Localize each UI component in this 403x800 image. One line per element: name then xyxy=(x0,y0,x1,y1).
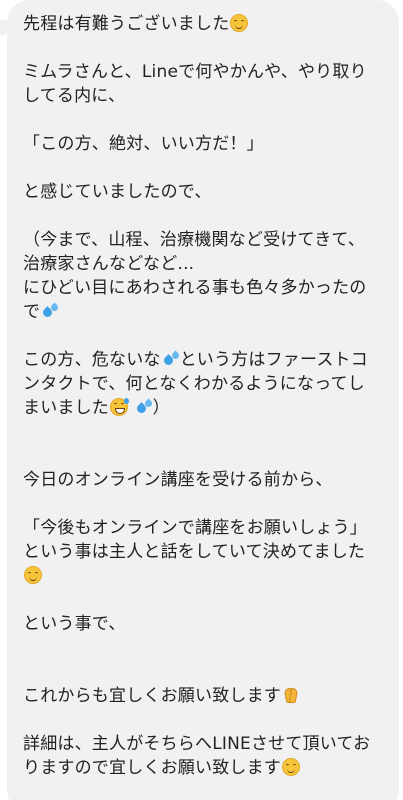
message-line-text: 詳細は、主人がそちらへLINEさせて頂いてお xyxy=(23,734,371,754)
message-line-text: まいました xyxy=(23,398,109,418)
message-line-text: と感じていましたので、 xyxy=(23,182,212,202)
message-line-text: 先程は有難うございました xyxy=(23,14,230,34)
message-line-text: 「この方、絶対、いい方だ！」 xyxy=(23,134,264,154)
smiling-face-icon xyxy=(230,14,249,32)
message-text[interactable]: 先程は有難うございましたミムラさんと、Lineで何やかんや、やり取り してる内に、… xyxy=(23,12,393,780)
message-line: という事で、 xyxy=(23,612,393,636)
message-line-text: （今まで、山程、治療機関など受けてきて、 xyxy=(23,230,365,250)
message-line: で xyxy=(23,300,393,324)
message-line: まいました ） xyxy=(23,396,393,420)
message-line-text: 「今後もオンラインで講座をお願いしょう」 xyxy=(23,518,367,538)
message-line xyxy=(23,444,393,468)
message-line: これからも宜しくお願い致します xyxy=(23,684,393,708)
message-line-text: という事で、 xyxy=(23,614,126,634)
smiling-face-icon xyxy=(24,566,42,584)
message-line-text: 今日のオンライン講座を受ける前から、 xyxy=(23,470,333,490)
message-line: という事は主人と話をしていて決めてました xyxy=(23,540,393,564)
message-line-text: してる内に、 xyxy=(23,86,126,106)
message-line: ンタクトで、何となくわかるようになってし xyxy=(23,372,393,396)
message-line: 先程は有難うございました xyxy=(23,12,393,36)
message-line: ミムラさんと、Lineで何やかんや、やり取り xyxy=(23,60,393,84)
message-line: この方、危ないな という方はファーストコ xyxy=(23,348,393,372)
message-line: 詳細は、主人がそちらへLINEさせて頂いてお xyxy=(23,732,393,756)
message-line xyxy=(23,204,393,228)
chat-screen: 先程は有難うございましたミムラさんと、Lineで何やかんや、やり取り してる内に、… xyxy=(0,0,403,800)
sweat-droplets-icon xyxy=(41,302,60,320)
message-line: （今まで、山程、治療機関など受けてきて、 xyxy=(23,228,393,252)
message-line xyxy=(23,156,393,180)
message-line xyxy=(23,420,393,444)
message-line: してる内に、 xyxy=(23,84,393,108)
message-line: 治療家さんなどなど... xyxy=(23,252,393,276)
grinning-sweat-icon xyxy=(110,398,129,416)
message-line: と感じていましたので、 xyxy=(23,180,393,204)
message-line-text: この方、危ないな xyxy=(23,350,161,370)
message-line xyxy=(23,564,393,588)
message-line xyxy=(23,660,393,684)
message-line: にひどい目にあわされる事も色々多かったの xyxy=(23,276,393,300)
sweat-droplets-icon xyxy=(134,398,154,416)
message-line-text: で xyxy=(23,302,41,322)
message-line xyxy=(23,636,393,660)
message-line-text: これからも宜しくお願い致します xyxy=(23,686,281,706)
message-line xyxy=(23,588,393,612)
message-line xyxy=(23,324,393,348)
message-line-text: りますので宜しくお願い致します xyxy=(23,758,281,778)
message-line-text: ミムラさんと、Lineで何やかんや、やり取り xyxy=(23,62,367,82)
message-line xyxy=(23,492,393,516)
message-line-text: 治療家さんなどなど... xyxy=(23,254,195,274)
message-line-text-after: という方はファーストコ xyxy=(179,350,368,370)
message-line-text: という事は主人と話をしていて決めてました xyxy=(23,542,366,562)
message-line xyxy=(23,108,393,132)
message-line: 「今後もオンラインで講座をお願いしょう」 xyxy=(23,516,393,540)
message-line-text: ンタクトで、何となくわかるようになってし xyxy=(23,374,365,394)
message-line: 今日のオンライン講座を受ける前から、 xyxy=(23,468,393,492)
message-line xyxy=(23,708,393,732)
message-line xyxy=(23,36,393,60)
folded-hands-icon xyxy=(282,686,300,704)
smiling-face-icon xyxy=(282,758,300,776)
sweat-droplets-icon xyxy=(161,350,181,368)
message-line-text: にひどい目にあわされる事も色々多かったの xyxy=(23,278,367,298)
message-line: りますので宜しくお願い致します xyxy=(23,756,393,780)
message-line: 「この方、絶対、いい方だ！」 xyxy=(23,132,393,156)
message-line-text-after: ） xyxy=(152,398,170,418)
